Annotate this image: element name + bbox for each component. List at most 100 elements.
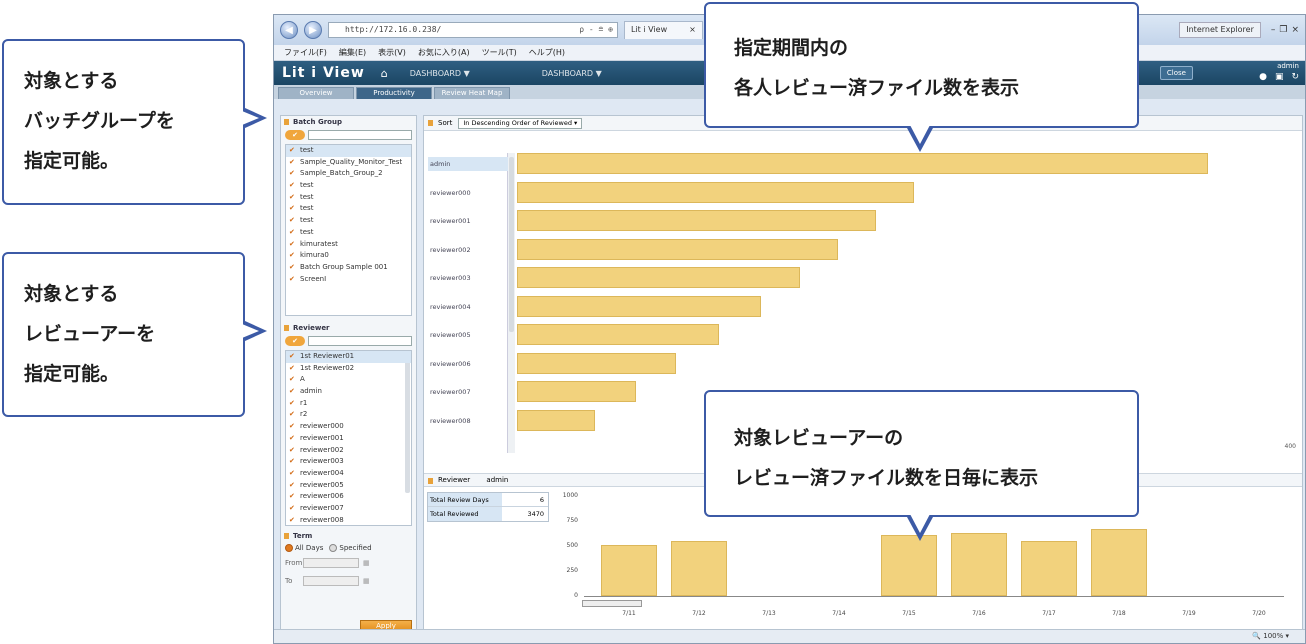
reviewer-item[interactable]: admin xyxy=(286,386,411,398)
bar-label[interactable]: reviewer007 xyxy=(428,385,508,399)
bar-label[interactable]: reviewer008 xyxy=(428,414,508,428)
batch-group-item[interactable]: test xyxy=(286,145,411,157)
specified-radio[interactable]: Specified xyxy=(329,544,372,552)
batch-group-list[interactable]: testSample_Quality_Monitor_TestSample_Ba… xyxy=(285,144,412,316)
reviewer-item[interactable]: reviewer001 xyxy=(286,433,411,445)
reviewer-item[interactable]: reviewer006 xyxy=(286,491,411,503)
all-days-radio[interactable]: All Days xyxy=(285,544,323,552)
tab-review-heat-map[interactable]: Review Heat Map xyxy=(434,87,510,99)
dashboard-menu-2[interactable]: DASHBOARD ▼ xyxy=(542,69,602,78)
daily-bar[interactable] xyxy=(1091,529,1147,596)
reviewer-item[interactable]: reviewer002 xyxy=(286,445,411,457)
menu-favorites[interactable]: お気に入り(A) xyxy=(418,47,470,58)
minimize-icon[interactable]: – xyxy=(1271,25,1276,35)
reviewer-bar[interactable] xyxy=(517,153,1208,174)
batch-group-item[interactable]: Sample_Batch_Group_2 xyxy=(286,168,411,180)
sort-select[interactable]: In Descending Order of Reviewed ▾ xyxy=(458,117,583,129)
reviewer-bar[interactable] xyxy=(517,181,915,203)
reviewer-item[interactable]: reviewer003 xyxy=(286,456,411,468)
reviewer-filter-input[interactable] xyxy=(308,336,412,346)
batch-group-item[interactable]: test xyxy=(286,203,411,215)
daily-bar[interactable] xyxy=(1021,541,1077,596)
reviewer-item[interactable]: reviewer007 xyxy=(286,503,411,515)
menu-help[interactable]: ヘルプ(H) xyxy=(529,47,565,58)
menu-view[interactable]: 表示(V) xyxy=(378,47,406,58)
from-date-input[interactable] xyxy=(303,558,359,568)
daily-bar[interactable] xyxy=(601,545,657,596)
batch-group-item[interactable]: test xyxy=(286,180,411,192)
batch-group-item[interactable]: test xyxy=(286,227,411,239)
batch-group-item[interactable]: test xyxy=(286,192,411,204)
bar-label[interactable]: reviewer002 xyxy=(428,243,508,257)
reviewer-bar[interactable] xyxy=(517,295,761,317)
reviewer-list[interactable]: 1st Reviewer011st Reviewer02Aadminr1r2re… xyxy=(285,350,412,526)
batch-group-item[interactable]: kimuratest xyxy=(286,239,411,251)
reviewer-item[interactable]: reviewer005 xyxy=(286,480,411,492)
forward-icon[interactable]: ▶ xyxy=(304,21,322,39)
home-icon[interactable]: ⌂ xyxy=(381,67,388,80)
reviewer-item[interactable]: r2 xyxy=(286,409,411,421)
logout-icon[interactable]: ↻ xyxy=(1291,72,1299,82)
batch-group-item[interactable]: ScreenI xyxy=(286,274,411,286)
back-icon[interactable]: ◀ xyxy=(280,21,298,39)
reviewer-bar[interactable] xyxy=(517,381,637,402)
batch-group-item[interactable]: kimura0 xyxy=(286,250,411,262)
chart-scroll-thumb[interactable] xyxy=(509,157,514,332)
reviewer-item[interactable]: reviewer008 xyxy=(286,515,411,525)
bar-label[interactable]: reviewer003 xyxy=(428,271,508,285)
check-all-button[interactable]: ✔ xyxy=(285,336,305,346)
from-label: From xyxy=(285,559,303,567)
to-date-input[interactable] xyxy=(303,576,359,586)
menu-file[interactable]: ファイル(F) xyxy=(284,47,327,58)
check-all-button[interactable]: ✔ xyxy=(285,130,305,140)
address-tools[interactable]: ρ - ≘ ⊕ xyxy=(579,23,613,37)
calendar-icon[interactable]: ▦ xyxy=(363,559,370,567)
batch-filter-row: ✔ xyxy=(281,128,416,142)
daily-chart-scrollbar[interactable] xyxy=(582,600,642,607)
batch-filter-input[interactable] xyxy=(308,130,412,140)
zoom-level[interactable]: 🔍 100% ▾ xyxy=(1252,632,1289,640)
batch-group-item[interactable]: Sample_Quality_Monitor_Test xyxy=(286,157,411,169)
reviewer-item[interactable]: reviewer000 xyxy=(286,421,411,433)
user-icon[interactable]: ● xyxy=(1259,72,1267,82)
zoom-value: 100% xyxy=(1263,632,1284,640)
bar-label[interactable]: reviewer000 xyxy=(428,186,508,200)
reviewer-bar[interactable] xyxy=(517,409,595,431)
lock-icon[interactable]: ▣ xyxy=(1275,72,1284,82)
browser-tab[interactable]: Lit i View × xyxy=(624,21,703,39)
calendar-icon[interactable]: ▦ xyxy=(363,577,370,585)
reviewer-item[interactable]: A xyxy=(286,374,411,386)
menu-edit[interactable]: 編集(E) xyxy=(339,47,366,58)
reviewer-item[interactable]: r1 xyxy=(286,398,411,410)
daily-bar[interactable] xyxy=(881,535,937,596)
chart-scrollbar[interactable] xyxy=(507,153,515,453)
tab-productivity[interactable]: Productivity xyxy=(356,87,432,99)
reviewer-bar[interactable] xyxy=(517,267,801,288)
reviewer-bar[interactable] xyxy=(517,238,839,260)
reviewer-item[interactable]: reviewer004 xyxy=(286,468,411,480)
reviewer-bar[interactable] xyxy=(517,324,720,345)
batch-group-item[interactable]: test xyxy=(286,215,411,227)
maximize-icon[interactable]: ❐ xyxy=(1279,25,1287,35)
dashboard-menu[interactable]: DASHBOARD ▼ xyxy=(410,69,470,78)
reviewer-bar[interactable] xyxy=(517,210,877,231)
daily-bar[interactable] xyxy=(951,533,1007,596)
tab-overview[interactable]: Overview xyxy=(278,87,354,99)
tab-close-icon[interactable]: × xyxy=(689,22,696,39)
bar-label[interactable]: reviewer004 xyxy=(428,300,508,314)
close-button[interactable]: Close xyxy=(1159,66,1193,80)
daily-bar[interactable] xyxy=(671,541,727,596)
reviewer-bar[interactable] xyxy=(517,352,676,374)
other-browser-tab[interactable]: Internet Explorer xyxy=(1179,22,1261,38)
x-tick-label: 7/15 xyxy=(902,610,916,617)
bar-label[interactable]: reviewer006 xyxy=(428,357,508,371)
bar-label[interactable]: reviewer005 xyxy=(428,328,508,342)
reviewer-item[interactable]: 1st Reviewer01 xyxy=(286,351,411,363)
close-window-icon[interactable]: × xyxy=(1291,25,1299,35)
reviewer-item[interactable]: 1st Reviewer02 xyxy=(286,363,411,375)
batch-group-item[interactable]: Batch Group Sample 001 xyxy=(286,262,411,274)
menu-tools[interactable]: ツール(T) xyxy=(482,47,517,58)
bar-label[interactable]: reviewer001 xyxy=(428,214,508,228)
bar-label[interactable]: admin xyxy=(428,157,508,171)
address-bar[interactable]: http://172.16.0.238/ ρ - ≘ ⊕ xyxy=(328,22,618,38)
